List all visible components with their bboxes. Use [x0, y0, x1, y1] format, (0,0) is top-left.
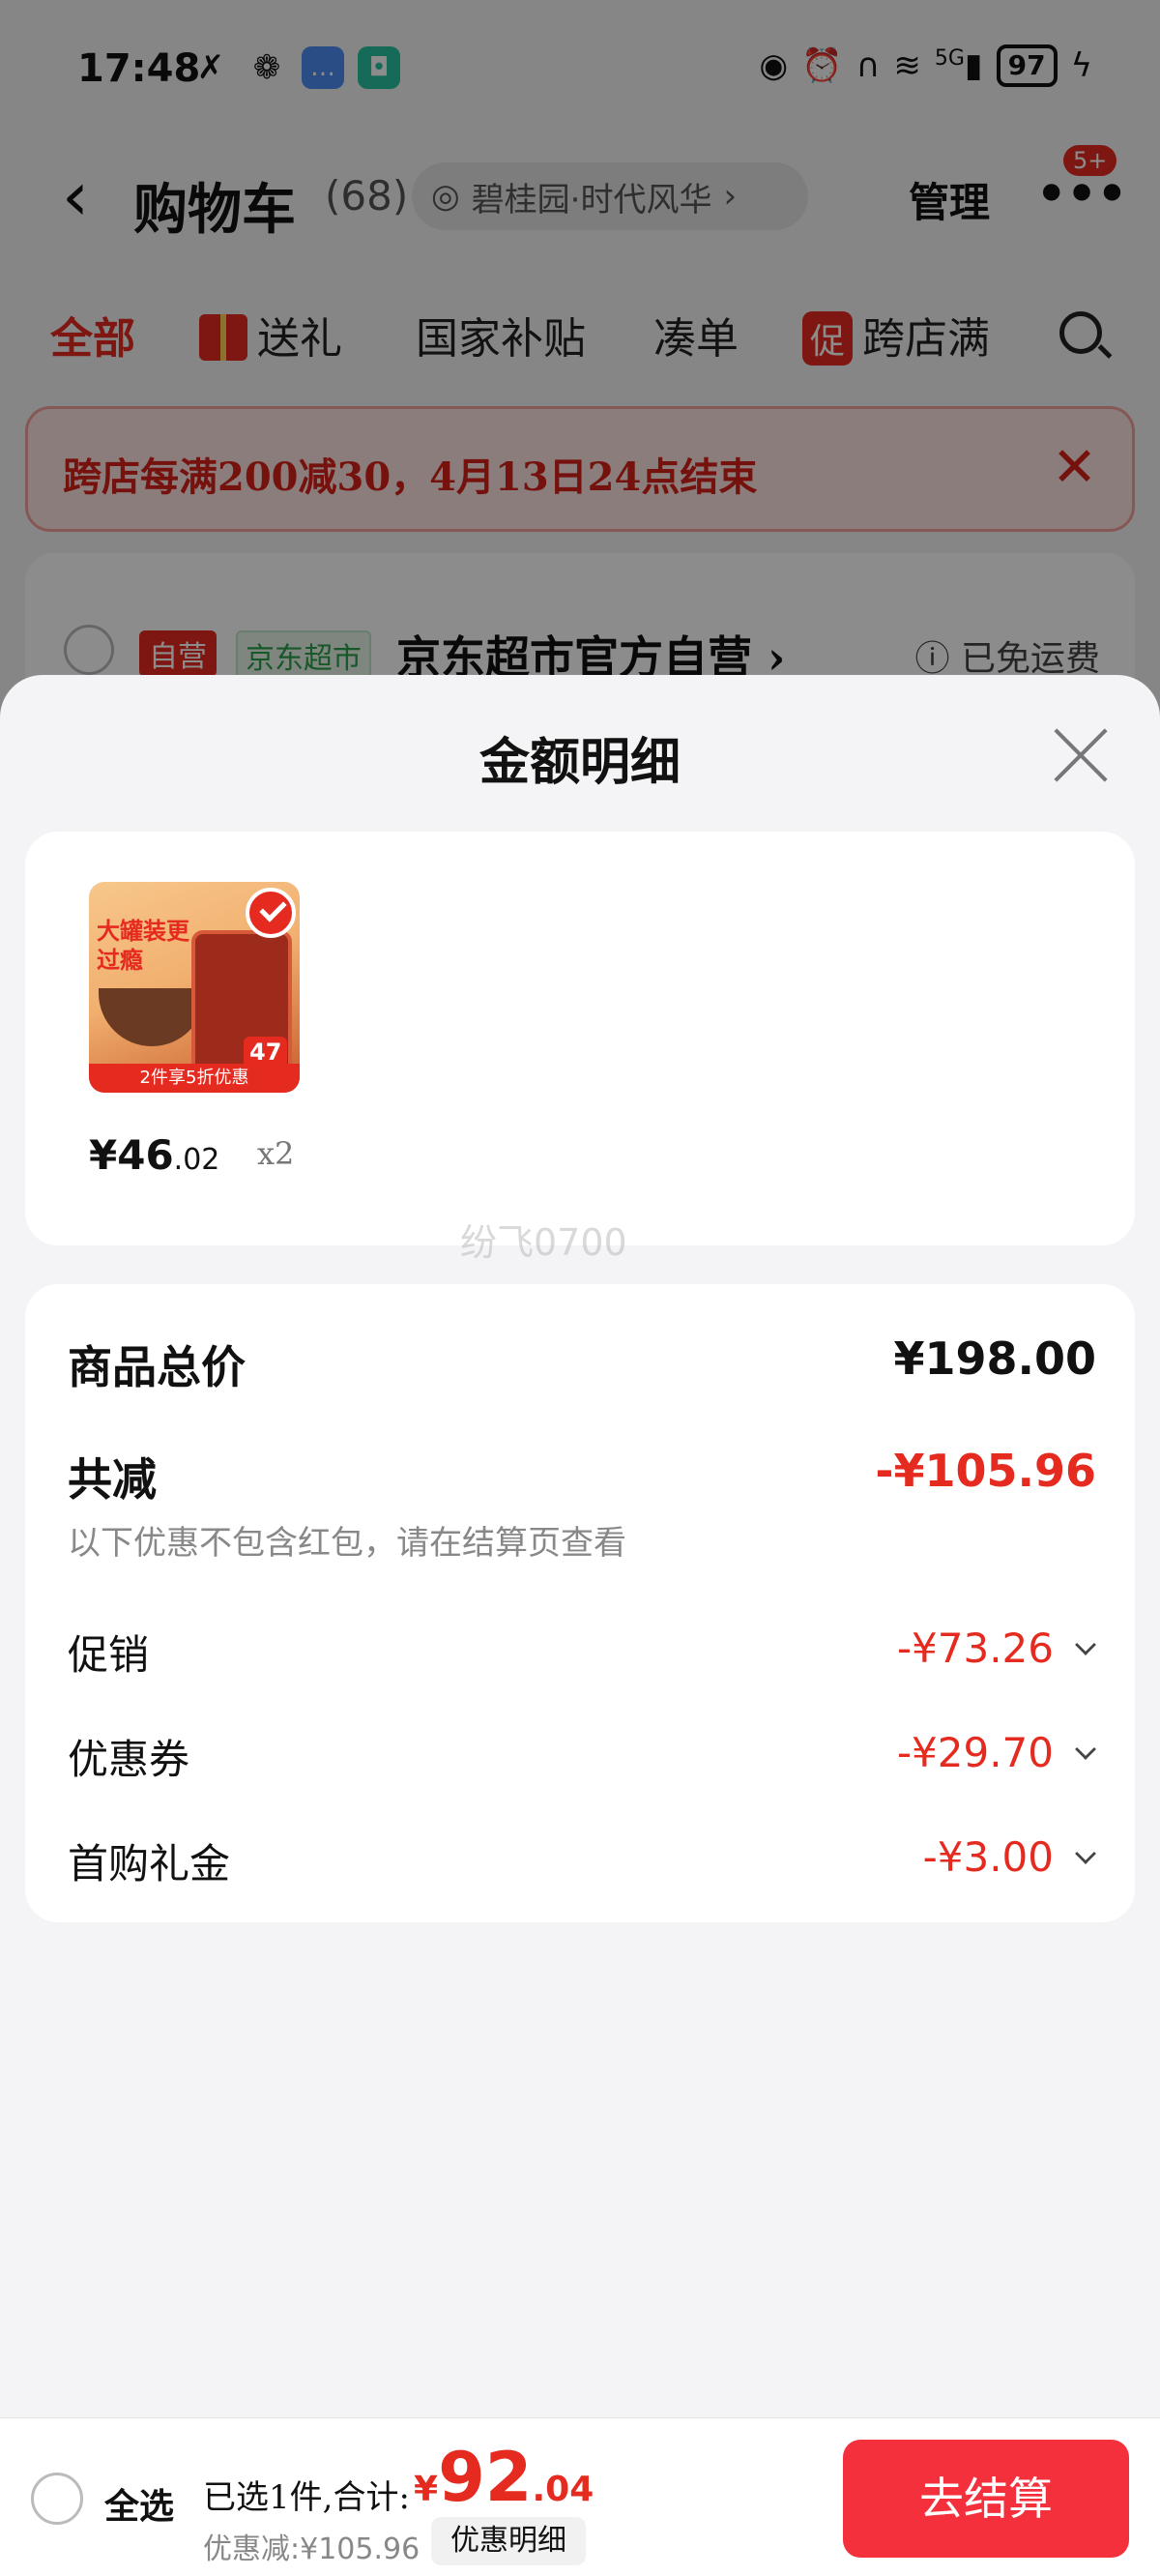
discount-row-promotion[interactable]: 促销 -¥73.26 — [68, 1623, 1096, 1681]
discount-label: 首购礼金 — [68, 1840, 231, 1888]
total-price-value: ¥198.00 — [893, 1332, 1096, 1385]
checkout-button[interactable]: 去结算 — [843, 2440, 1129, 2558]
discount-label: 促销 — [68, 1631, 150, 1679]
product-card: 大罐装更过瘾 47 2件享5折优惠 ¥46.02 x2 — [25, 832, 1135, 1245]
close-icon[interactable] — [1052, 725, 1110, 783]
discount-detail-button[interactable]: 优惠明细 — [431, 2517, 586, 2565]
price-summary-card: 商品总价 ¥198.00 共减 -¥105.96 以下优惠不包含红包，请在结算页… — [25, 1284, 1135, 1922]
total-price-label: 商品总价 — [68, 1341, 246, 1393]
total-price-row: 商品总价 ¥198.00 — [68, 1332, 1096, 1393]
discount-row-coupon[interactable]: 优惠券 -¥29.70 — [68, 1727, 1096, 1785]
watermark: 纷飞0700 — [460, 1221, 627, 1264]
product-quantity: x2 — [257, 1135, 295, 1172]
selected-summary: 已选1件,合计: — [203, 2478, 410, 2517]
discount-label: 优惠券 — [68, 1736, 190, 1783]
check-icon — [246, 888, 296, 938]
discount-value: -¥73.26 — [896, 1625, 1054, 1672]
select-all-checkbox[interactable] — [31, 2473, 83, 2525]
select-all-label[interactable]: 全选 — [104, 2478, 174, 2529]
total-reduce-row: 共减 -¥105.96 — [68, 1445, 1096, 1506]
discount-summary: 优惠减:¥105.96 — [203, 2532, 420, 2566]
amount-detail-sheet: 金额明细 大罐装更过瘾 47 2件享5折优惠 ¥46.02 x2 纷飞0700 … — [0, 675, 1160, 2417]
discount-note: 以下优惠不包含红包，请在结算页查看 — [68, 1524, 626, 1563]
total-reduce-label: 共减 — [68, 1453, 157, 1506]
product-price: ¥46.02 — [89, 1131, 220, 1179]
modal-overlay[interactable] — [0, 0, 1160, 735]
total-amount: ¥92.04 — [414, 2438, 594, 2517]
checkout-bar: 全选 已选1件,合计: ¥92.04 优惠减:¥105.96 优惠明细 去结算 — [0, 2417, 1160, 2576]
sheet-title: 金额明细 — [478, 733, 681, 792]
chevron-down-icon — [1075, 1634, 1096, 1655]
chevron-down-icon — [1075, 1843, 1096, 1864]
total-reduce-value: -¥105.96 — [875, 1445, 1096, 1497]
chevron-down-icon — [1075, 1739, 1096, 1760]
discount-row-first-purchase[interactable]: 首购礼金 -¥3.00 — [68, 1831, 1096, 1889]
discount-value: -¥3.00 — [922, 1833, 1054, 1881]
discount-value: -¥29.70 — [896, 1729, 1054, 1776]
